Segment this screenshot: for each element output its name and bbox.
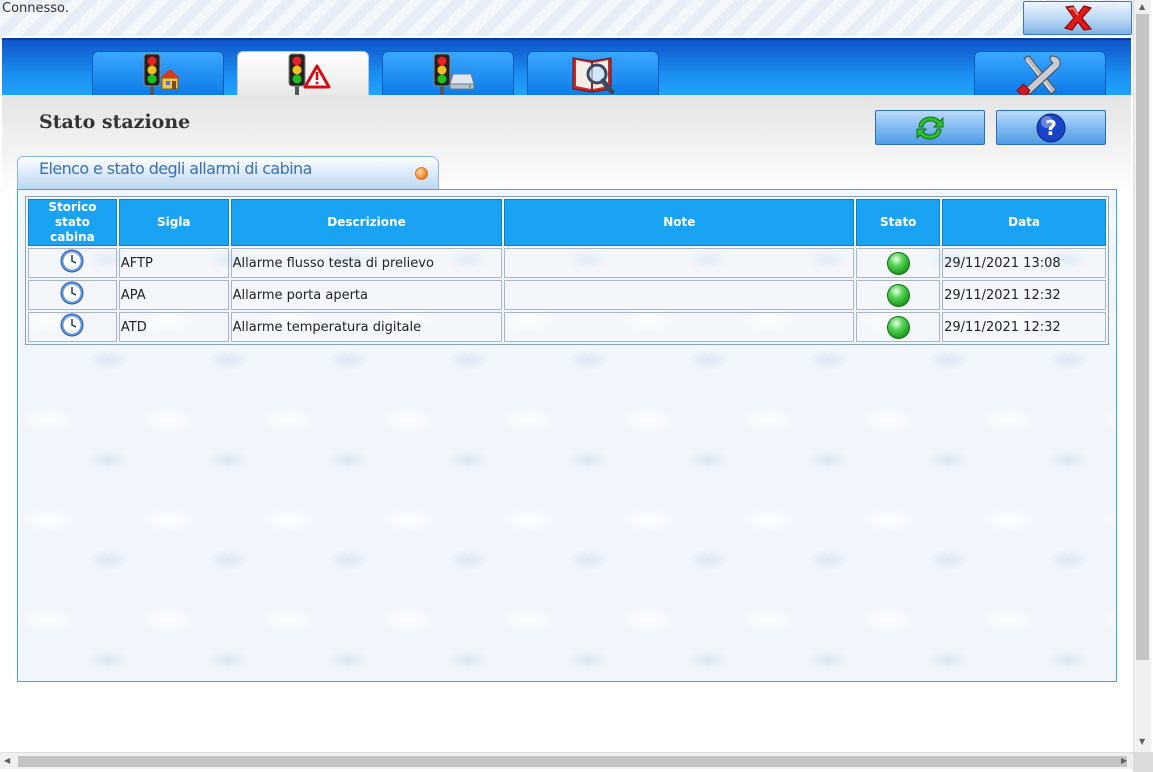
traffic-light-home-icon xyxy=(143,53,180,98)
green-status-icon xyxy=(886,315,910,339)
scroll-up-arrow-icon[interactable]: ▲ xyxy=(1139,2,1145,11)
sigla-cell: AFTP xyxy=(118,248,229,278)
alarms-panel: Storico stato cabina Sigla Descrizione N… xyxy=(17,189,1117,682)
data-cell: 29/11/2021 12:32 xyxy=(942,312,1106,342)
top-status-bar: Connesso. xyxy=(0,0,1133,36)
note-cell xyxy=(504,248,855,278)
table-row: ATD Allarme temperatura digitale 29/11/2… xyxy=(28,312,1106,342)
stato-cell xyxy=(856,312,941,342)
descrizione-cell: Allarme flusso testa di prelievo xyxy=(230,248,503,278)
column-header-history: Storico stato cabina xyxy=(28,199,117,246)
vertical-scrollbar[interactable]: ▲ ▼ xyxy=(1133,0,1151,752)
section-header-tab: Elenco e stato degli allarmi di cabina xyxy=(17,156,439,189)
column-header-stato: Stato xyxy=(856,199,941,246)
clock-icon[interactable] xyxy=(60,281,84,305)
tab-manual[interactable] xyxy=(527,51,659,97)
history-cell[interactable] xyxy=(28,248,117,278)
traffic-light-alarm-icon xyxy=(288,53,331,98)
data-cell: 29/11/2021 12:32 xyxy=(942,280,1106,310)
vertical-scroll-thumb[interactable] xyxy=(1136,14,1149,660)
data-cell: 29/11/2021 13:08 xyxy=(942,248,1106,278)
history-cell[interactable] xyxy=(28,280,117,310)
table-header-row: Storico stato cabina Sigla Descrizione N… xyxy=(28,199,1106,246)
tab-settings[interactable] xyxy=(974,51,1106,98)
tab-alarms[interactable] xyxy=(237,51,369,98)
scroll-down-arrow-icon[interactable]: ▼ xyxy=(1139,737,1145,746)
close-button[interactable] xyxy=(1023,1,1132,35)
column-header-sigla: Sigla xyxy=(118,199,229,246)
green-status-icon xyxy=(886,251,910,275)
stato-cell xyxy=(856,280,941,310)
refresh-icon xyxy=(916,115,944,140)
refresh-button[interactable] xyxy=(875,110,985,145)
column-header-data: Data xyxy=(942,199,1106,246)
close-x-icon xyxy=(1063,5,1092,31)
sigla-cell: APA xyxy=(118,280,229,310)
main-content: Stato stazione ? Elenco e stato degli al… xyxy=(2,95,1131,750)
page-title: Stato stazione xyxy=(39,111,191,133)
descrizione-cell: Allarme porta aperta xyxy=(230,280,503,310)
clock-icon[interactable] xyxy=(60,249,84,273)
book-search-icon xyxy=(572,56,615,94)
scroll-right-arrow-icon[interactable]: ▶ xyxy=(1121,756,1127,765)
note-cell xyxy=(504,280,855,310)
note-cell xyxy=(504,312,855,342)
scroll-left-arrow-icon[interactable]: ◀ xyxy=(4,756,10,765)
scrollbar-corner xyxy=(1133,752,1153,772)
table-row: APA Allarme porta aperta 29/11/2021 12:3… xyxy=(28,280,1106,310)
tab-station-home[interactable] xyxy=(92,51,224,98)
clock-icon[interactable] xyxy=(60,313,84,337)
svg-text:?: ? xyxy=(1045,116,1057,140)
green-status-icon xyxy=(886,283,910,307)
navigation-tab-band xyxy=(2,38,1131,98)
section-title: Elenco e stato degli allarmi di cabina xyxy=(39,159,312,178)
alarms-table: Storico stato cabina Sigla Descrizione N… xyxy=(25,196,1109,345)
horizontal-scrollbar[interactable]: ◀ ▶ xyxy=(0,752,1133,769)
table-row: AFTP Allarme flusso testa di prelievo 29… xyxy=(28,248,1106,278)
column-header-descrizione: Descrizione xyxy=(230,199,503,246)
help-button[interactable]: ? xyxy=(996,110,1106,145)
section-indicator-icon xyxy=(415,167,428,180)
tools-icon xyxy=(1016,54,1061,98)
history-cell[interactable] xyxy=(28,312,117,342)
connection-status: Connesso. xyxy=(2,1,69,16)
descrizione-cell: Allarme temperatura digitale xyxy=(230,312,503,342)
tab-storage[interactable] xyxy=(382,51,514,98)
stato-cell xyxy=(856,248,941,278)
sigla-cell: ATD xyxy=(118,312,229,342)
traffic-light-drive-icon xyxy=(433,53,475,98)
horizontal-scroll-thumb[interactable] xyxy=(18,756,1127,767)
column-header-note: Note xyxy=(504,199,855,246)
help-icon: ? xyxy=(1036,113,1066,142)
